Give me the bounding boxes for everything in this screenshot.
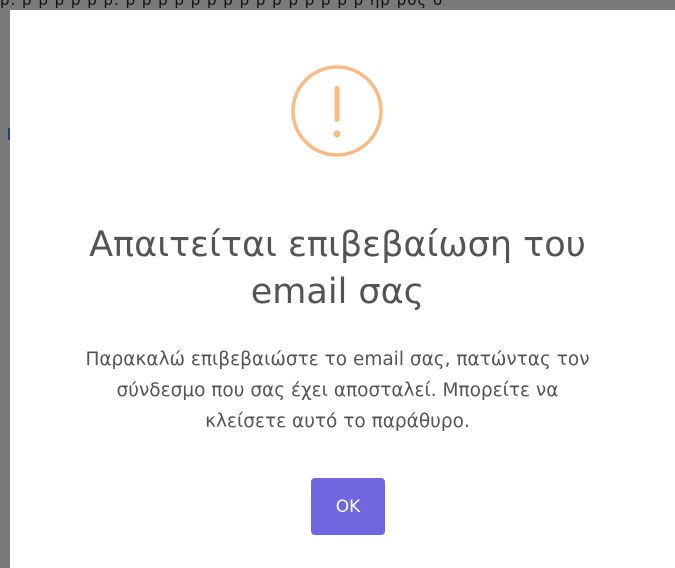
- warning-icon: [291, 65, 383, 157]
- dialog-title-line-2: email σας: [250, 272, 425, 312]
- dialog-message-line-1: Παρακαλώ επιβεβαιώστε το email σας, πατώ…: [85, 349, 590, 370]
- backdrop-cut-text: ρ. ρ ρ ρ ρ ρ ρ. ρ ρ ρ ρ ρ ρ ρ ρ ρ ρ ρ ρ …: [0, 0, 444, 9]
- dialog-message: Παρακαλώ επιβεβαιώστε το email σας, πατώ…: [40, 344, 635, 437]
- dialog-message-line-3: κλείσετε αυτό το παράθυρο.: [205, 411, 470, 432]
- dialog-message-line-2: σύνδεσμο που σας έχει αποσταλεί. Μπορείτ…: [116, 380, 559, 401]
- dialog-title-line-1: Απαιτείται επιβεβαίωση του: [89, 225, 586, 265]
- page: ρ. ρ ρ ρ ρ ρ ρ. ρ ρ ρ ρ ρ ρ ρ ρ ρ ρ ρ ρ …: [0, 0, 675, 568]
- dialog-title: Απαιτείται επιβεβαίωση του email σας: [0, 222, 675, 316]
- backdrop-overlay-top: ρ. ρ ρ ρ ρ ρ ρ. ρ ρ ρ ρ ρ ρ ρ ρ ρ ρ ρ ρ …: [0, 0, 675, 10]
- ok-button[interactable]: OK: [311, 478, 385, 535]
